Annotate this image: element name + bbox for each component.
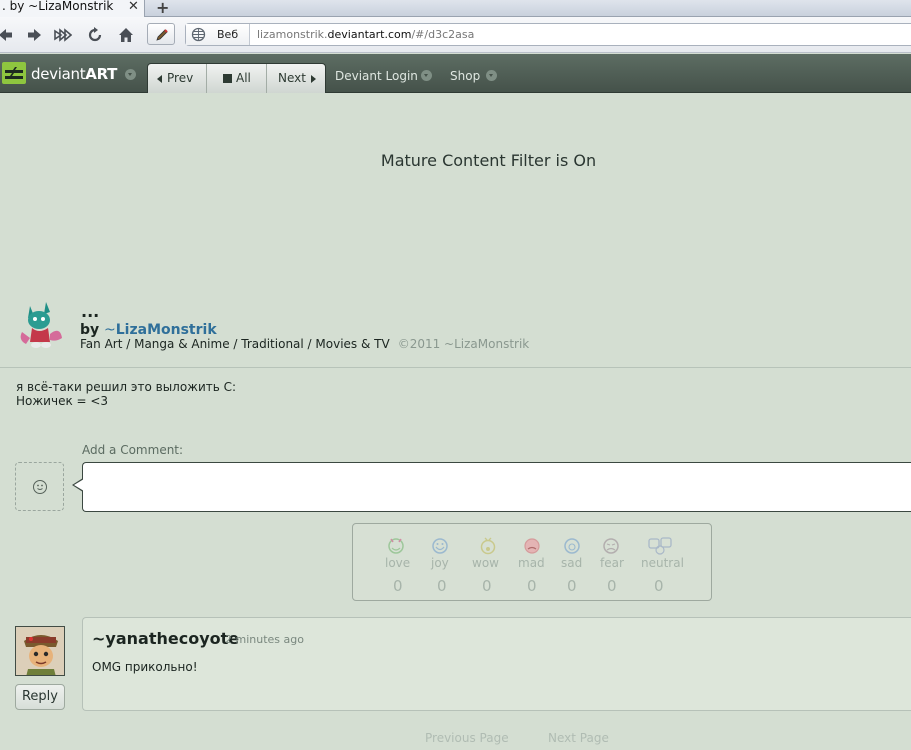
url-host-domain: deviantart.com: [327, 28, 412, 41]
mood-label: fear: [600, 556, 624, 570]
copyright-text: ©2011 ~LizaMonstrik: [397, 337, 530, 351]
author-symbol: ~: [104, 322, 116, 338]
url-path: /#/d3c2asa: [411, 28, 475, 41]
url-host-prefix: lizamonstrik.: [257, 28, 328, 41]
mood-count: 0: [567, 577, 577, 595]
pager-group: Prev All Next: [147, 63, 326, 93]
url-text[interactable]: lizamonstrik.deviantart.com/#/d3c2asa: [257, 28, 474, 41]
next-arrow-icon: [310, 74, 316, 83]
brand-bold: ART: [85, 65, 118, 83]
artist-avatar[interactable]: [16, 298, 66, 350]
comment-text: OMG прикольно!: [92, 660, 198, 674]
shop-link[interactable]: Shop: [450, 69, 480, 83]
site-brand[interactable]: deviantART: [31, 65, 117, 83]
reload-icon[interactable]: [86, 26, 104, 44]
all-button[interactable]: All: [223, 64, 251, 93]
fast-forward-icon[interactable]: [54, 26, 73, 44]
edit-pen-button[interactable]: [147, 23, 175, 45]
sad-icon: [564, 538, 580, 554]
fear-icon: [603, 538, 619, 554]
back-arrow-icon[interactable]: [0, 26, 15, 44]
mood-count: 0: [393, 577, 403, 595]
love-icon: [388, 538, 404, 554]
comment-input[interactable]: [72, 462, 911, 512]
own-avatar-placeholder: [15, 462, 64, 511]
mood-label: neutral: [641, 556, 684, 570]
deviation-description: я всё-таки решил это выложить С: Ножичек…: [16, 380, 236, 408]
neutral-icon: [648, 537, 672, 555]
deviation-title: ...: [81, 302, 100, 321]
mood-label: joy: [431, 556, 449, 570]
comment-card: ~yanathecoyote 2 minutes ago OMG приколь…: [82, 617, 911, 711]
mood-label: mad: [518, 556, 545, 570]
mood-count: 0: [527, 577, 537, 595]
category-breadcrumb: Fan Art / Manga & Anime / Traditional / …: [80, 337, 529, 351]
description-line: Ножичек = <3: [16, 394, 109, 408]
next-button[interactable]: Next: [278, 64, 316, 93]
next-page-link[interactable]: Next Page: [548, 731, 609, 745]
address-bar[interactable]: Веб lizamonstrik.deviantart.com/#/d3c2as…: [185, 23, 911, 46]
login-dropdown-icon[interactable]: [421, 70, 432, 81]
forward-arrow-icon[interactable]: [25, 26, 43, 44]
mood-count: 0: [607, 577, 617, 595]
mature-filter-notice: Mature Content Filter is On: [380, 151, 597, 170]
divider: [0, 367, 911, 368]
smiley-icon: [33, 480, 47, 494]
new-tab-icon[interactable]: +: [156, 0, 169, 17]
pager-divider: [206, 64, 207, 93]
mood-count: 0: [654, 577, 664, 595]
all-label: All: [236, 71, 251, 85]
home-icon[interactable]: [117, 26, 135, 44]
brand-light: deviant: [31, 65, 86, 83]
joy-icon: [432, 538, 448, 554]
add-comment-label: Add a Comment:: [82, 443, 184, 457]
deviant-login-link[interactable]: Deviant Login: [335, 69, 418, 83]
globe-icon: [191, 27, 206, 42]
search-engine-selector[interactable]: Веб: [186, 24, 250, 45]
site-header: deviantART Prev All Next Deviant Login S…: [0, 54, 911, 93]
browser-tab[interactable]: . by ~LizaMonstrik ✕: [0, 0, 145, 17]
commenter-avatar[interactable]: [15, 626, 65, 676]
mood-panel: love 0 joy 0 wow 0 mad 0 sad 0 fear 0 ne…: [352, 523, 712, 601]
mood-label: sad: [561, 556, 583, 570]
prev-label: Prev: [167, 71, 194, 85]
deviantart-logo-icon[interactable]: [2, 62, 26, 84]
reply-button[interactable]: Reply: [15, 684, 65, 710]
comment-username[interactable]: ~yanathecoyote: [92, 629, 239, 648]
browser-tab-strip: . by ~LizaMonstrik ✕ +: [0, 0, 911, 17]
pager-divider: [266, 64, 267, 93]
category-path[interactable]: Fan Art / Manga & Anime / Traditional / …: [80, 337, 390, 351]
close-tab-icon[interactable]: ✕: [128, 0, 139, 13]
deviation-byline: by ~LizaMonstrik: [80, 322, 217, 338]
mad-icon: [524, 538, 540, 554]
prev-button[interactable]: Prev: [157, 64, 193, 93]
mood-label: wow: [472, 556, 499, 570]
browser-toolbar: Веб lizamonstrik.deviantart.com/#/d3c2as…: [0, 17, 911, 53]
search-engine-label: Веб: [217, 28, 239, 41]
wow-icon: [480, 537, 496, 555]
mood-label: love: [385, 556, 411, 570]
brand-dropdown-icon[interactable]: [125, 69, 136, 80]
shop-dropdown-icon[interactable]: [486, 70, 497, 81]
description-line: я всё-таки решил это выложить С:: [16, 380, 237, 394]
by-label: by: [80, 322, 100, 338]
next-label: Next: [278, 71, 306, 85]
author-link[interactable]: LizaMonstrik: [116, 322, 217, 338]
previous-page-link[interactable]: Previous Page: [425, 731, 509, 745]
mood-count: 0: [437, 577, 447, 595]
comment-timestamp[interactable]: 2 minutes ago: [225, 633, 304, 646]
browser-tab-title: . by ~LizaMonstrik: [2, 0, 114, 13]
pen-icon: [156, 29, 168, 41]
grid-icon: [223, 74, 232, 83]
mood-count: 0: [482, 577, 492, 595]
prev-arrow-icon: [157, 74, 162, 83]
